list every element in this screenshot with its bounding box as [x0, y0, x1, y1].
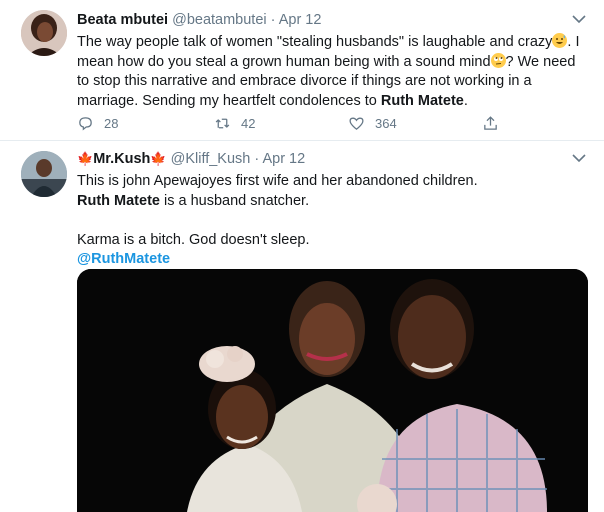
- tweet-text-part: The way people talk of women "stealing h…: [77, 34, 553, 50]
- reply-button[interactable]: 28: [77, 113, 118, 133]
- eye-roll-emoji-icon: [490, 52, 506, 68]
- tweet-text: This is john Apewajoyes first wife and h…: [77, 172, 587, 270]
- tweet-text: The way people talk of women "stealing h…: [77, 33, 587, 111]
- avatar-photo: [21, 10, 67, 56]
- family-photo-image: [77, 269, 588, 512]
- chevron-down-icon[interactable]: [572, 153, 586, 163]
- tweet-text-part: .: [463, 92, 468, 109]
- timestamp[interactable]: Apr 12: [279, 12, 322, 28]
- maple-leaf-icon: 🍁: [150, 151, 167, 166]
- tweet-text-part: is a husband snatcher.: [159, 192, 310, 209]
- tweet-beata[interactable]: Beata mbutei @beatambutei · Apr 12 The w…: [0, 0, 604, 141]
- separator: ·: [266, 12, 279, 28]
- tweet-header: 🍁Mr.Kush🍁 @Kliff_Kush · Apr 12: [77, 150, 305, 168]
- display-name[interactable]: Mr.Kush: [93, 151, 150, 167]
- retweet-button[interactable]: 42: [214, 113, 255, 133]
- tweet-line: Ruth Matete is a husband snatcher.: [77, 192, 587, 212]
- maple-leaf-icon: 🍁: [77, 151, 94, 166]
- timestamp[interactable]: Apr 12: [262, 151, 305, 167]
- tweet-photo[interactable]: [77, 269, 588, 512]
- avatar[interactable]: [21, 151, 67, 197]
- avatar[interactable]: [21, 10, 67, 56]
- like-button[interactable]: 364: [348, 113, 397, 133]
- tweet-line: Karma is a bitch. God doesn't sleep.: [77, 231, 310, 248]
- reply-icon: [79, 116, 92, 130]
- tweet-text-bold: Ruth Matete: [380, 92, 464, 109]
- reply-count: 28: [104, 115, 119, 131]
- separator: ·: [250, 151, 263, 167]
- tweet-line: This is john Apewajoyes first wife and h…: [77, 173, 478, 189]
- retweet-count: 42: [241, 115, 256, 131]
- heart-icon: [349, 117, 364, 130]
- grinning-sweat-emoji-icon: [552, 33, 568, 48]
- tweet-header: Beata mbutei @beatambutei · Apr 12: [77, 11, 321, 29]
- display-name[interactable]: Beata mbutei: [77, 12, 168, 28]
- tweet-mrkush[interactable]: 🍁Mr.Kush🍁 @Kliff_Kush · Apr 12 This is j…: [0, 141, 604, 512]
- handle[interactable]: @Kliff_Kush: [171, 151, 251, 167]
- handle[interactable]: @beatambutei: [172, 12, 267, 28]
- retweet-icon: [215, 118, 230, 128]
- avatar-photo: [21, 151, 67, 197]
- chevron-down-icon[interactable]: [572, 14, 586, 24]
- share-icon: [484, 115, 497, 130]
- mention-link[interactable]: @RuthMatete: [77, 251, 170, 267]
- share-button[interactable]: [482, 113, 509, 133]
- tweet-actions: 28 42 364: [77, 113, 517, 133]
- tweet-text-bold: Ruth Matete: [77, 192, 160, 209]
- like-count: 364: [375, 115, 397, 131]
